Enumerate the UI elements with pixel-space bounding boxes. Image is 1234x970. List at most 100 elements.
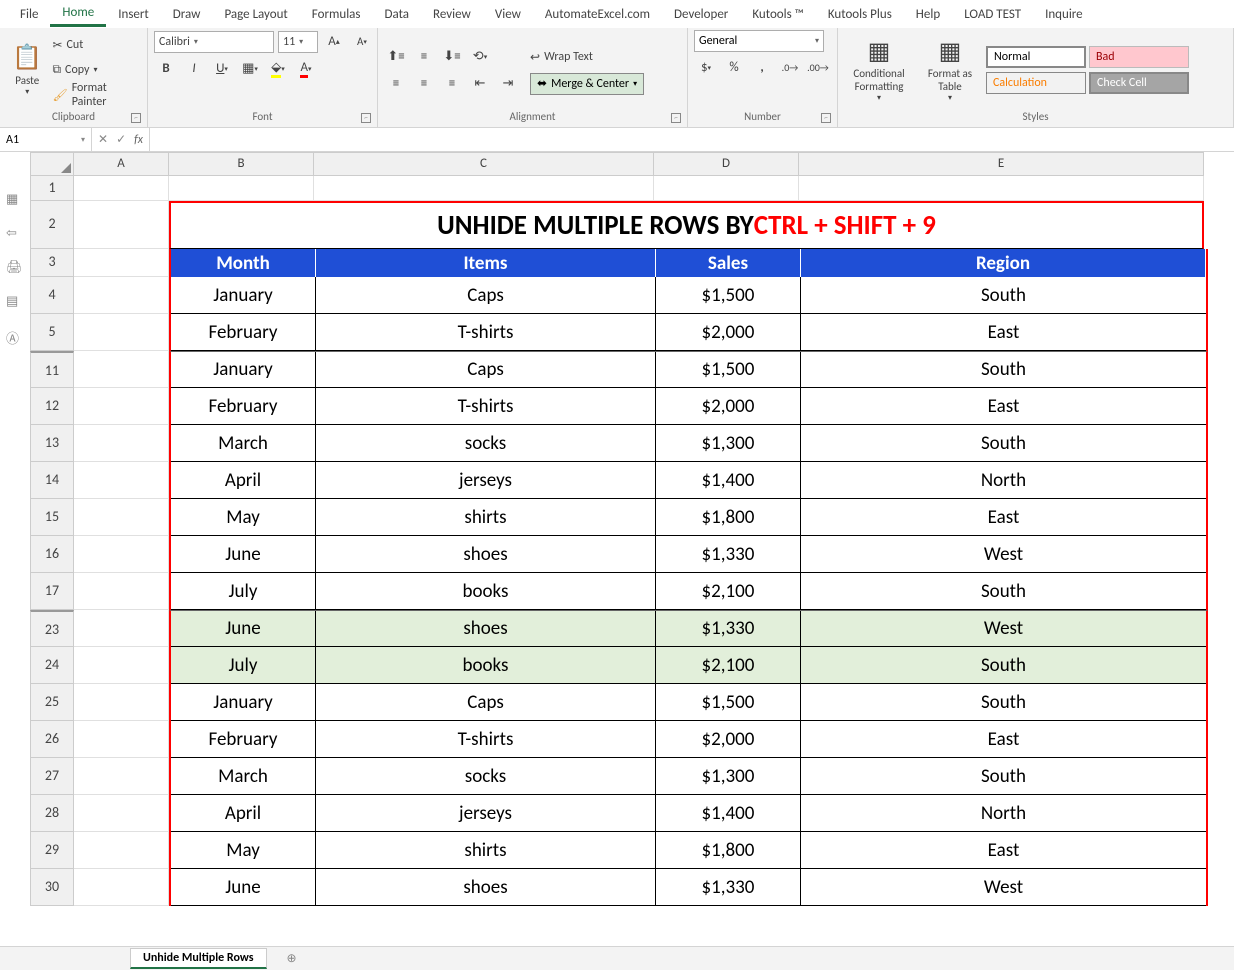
cell-E24[interactable]: South — [801, 647, 1206, 684]
cell-B16[interactable]: June — [171, 536, 316, 573]
bold-button[interactable]: B — [154, 58, 178, 80]
title-cell[interactable]: UNHIDE MULTIPLE ROWS BY CTRL + SHIFT + 9 — [169, 201, 1204, 249]
cell-B15[interactable]: May — [171, 499, 316, 536]
cell-E1[interactable] — [799, 176, 1204, 201]
dialog-launcher-icon[interactable]: ⌐ — [671, 113, 681, 123]
cell-D14[interactable]: $1,400 — [656, 462, 801, 499]
tab-help[interactable]: Help — [904, 3, 952, 26]
cell-A23[interactable] — [74, 610, 169, 647]
cell-A27[interactable] — [74, 758, 169, 795]
cell-A5[interactable] — [74, 314, 169, 351]
underline-button[interactable]: U▾ — [210, 58, 234, 80]
cell-B29[interactable]: May — [171, 832, 316, 869]
cell-D1[interactable] — [654, 176, 799, 201]
comma-button[interactable]: , — [750, 57, 774, 79]
cell-D24[interactable]: $2,100 — [656, 647, 801, 684]
tab-formulas[interactable]: Formulas — [300, 3, 373, 26]
select-all-cell[interactable] — [30, 152, 74, 176]
row-header-28[interactable]: 28 — [30, 795, 74, 832]
row-header-1[interactable]: 1 — [30, 176, 74, 201]
row-header-17[interactable]: 17 — [30, 573, 74, 610]
cell-C4[interactable]: Caps — [316, 277, 656, 314]
tab-kutools-[interactable]: Kutools ™ — [740, 3, 816, 26]
pin-icon[interactable]: ▦ — [6, 192, 22, 208]
dialog-launcher-icon[interactable]: ⌐ — [821, 113, 831, 123]
orientation-button[interactable]: ⟲▾ — [468, 46, 492, 68]
tab-draw[interactable]: Draw — [161, 3, 213, 26]
tab-inquire[interactable]: Inquire — [1033, 3, 1095, 26]
row-header-4[interactable]: 4 — [30, 277, 74, 314]
row-header-5[interactable]: 5 — [30, 314, 74, 351]
row-header-26[interactable]: 26 — [30, 721, 74, 758]
style-check-cell[interactable]: Check Cell — [1089, 72, 1189, 94]
cell-D28[interactable]: $1,400 — [656, 795, 801, 832]
increase-indent-button[interactable]: ⇥ — [496, 73, 520, 95]
cell-C1[interactable] — [314, 176, 654, 201]
cell-A17[interactable] — [74, 573, 169, 610]
dialog-launcher-icon[interactable]: ⌐ — [131, 113, 141, 123]
cell-A15[interactable] — [74, 499, 169, 536]
cell-D25[interactable]: $1,500 — [656, 684, 801, 721]
cell-A24[interactable] — [74, 647, 169, 684]
cell-A29[interactable] — [74, 832, 169, 869]
cell-C25[interactable]: Caps — [316, 684, 656, 721]
cell-D27[interactable]: $1,300 — [656, 758, 801, 795]
col-header-C[interactable]: C — [314, 152, 654, 176]
enter-icon[interactable]: ✓ — [116, 132, 126, 147]
cell-A13[interactable] — [74, 425, 169, 462]
row-header-3[interactable]: 3 — [30, 249, 74, 277]
tab-kutools-plus[interactable]: Kutools Plus — [816, 3, 904, 26]
align-center-button[interactable]: ≡ — [412, 73, 436, 95]
cell-A26[interactable] — [74, 721, 169, 758]
cell-C15[interactable]: shirts — [316, 499, 656, 536]
cell-C16[interactable]: shoes — [316, 536, 656, 573]
cell-B11[interactable]: January — [171, 352, 316, 388]
header-sales[interactable]: Sales — [656, 249, 801, 277]
col-header-E[interactable]: E — [799, 152, 1204, 176]
style-normal[interactable]: Normal — [986, 46, 1086, 68]
col-header-D[interactable]: D — [654, 152, 799, 176]
cell-A2[interactable] — [74, 201, 169, 249]
tab-review[interactable]: Review — [421, 3, 483, 26]
cell-A28[interactable] — [74, 795, 169, 832]
tab-automateexcel-com[interactable]: AutomateExcel.com — [533, 3, 662, 26]
italic-button[interactable]: I — [182, 58, 206, 80]
border-button[interactable]: ▦▾ — [238, 58, 262, 80]
cell-A4[interactable] — [74, 277, 169, 314]
header-items[interactable]: Items — [316, 249, 656, 277]
cell-D30[interactable]: $1,330 — [656, 869, 801, 906]
cell-B25[interactable]: January — [171, 684, 316, 721]
pin-icon[interactable]: ▤ — [6, 294, 22, 310]
cell-E26[interactable]: East — [801, 721, 1206, 758]
tab-insert[interactable]: Insert — [106, 3, 161, 26]
row-header-11[interactable]: 11 — [30, 351, 74, 388]
tab-home[interactable]: Home — [50, 1, 106, 27]
cell-B23[interactable]: June — [171, 611, 316, 647]
tab-page-layout[interactable]: Page Layout — [212, 3, 299, 26]
cell-C28[interactable]: jerseys — [316, 795, 656, 832]
cell-B14[interactable]: April — [171, 462, 316, 499]
cell-C13[interactable]: socks — [316, 425, 656, 462]
cell-E15[interactable]: East — [801, 499, 1206, 536]
cell-E28[interactable]: North — [801, 795, 1206, 832]
header-region[interactable]: Region — [801, 249, 1206, 277]
cell-B24[interactable]: July — [171, 647, 316, 684]
tab-data[interactable]: Data — [373, 3, 422, 26]
cell-E16[interactable]: West — [801, 536, 1206, 573]
number-format-combo[interactable]: General▾ — [694, 30, 824, 52]
cell-D11[interactable]: $1,500 — [656, 352, 801, 388]
conditional-formatting-button[interactable]: ▦ Conditional Formatting▾ — [844, 35, 914, 105]
align-middle-button[interactable]: ≡ — [412, 46, 436, 68]
cell-B4[interactable]: January — [171, 277, 316, 314]
align-bottom-button[interactable]: ⬇≡ — [440, 46, 464, 68]
cell-C14[interactable]: jerseys — [316, 462, 656, 499]
cell-D16[interactable]: $1,330 — [656, 536, 801, 573]
cell-D17[interactable]: $2,100 — [656, 573, 801, 610]
cell-E29[interactable]: East — [801, 832, 1206, 869]
align-top-button[interactable]: ⬆≡ — [384, 46, 408, 68]
dialog-launcher-icon[interactable]: ⌐ — [361, 113, 371, 123]
col-header-A[interactable]: A — [74, 152, 169, 176]
cell-C5[interactable]: T-shirts — [316, 314, 656, 351]
cell-E27[interactable]: South — [801, 758, 1206, 795]
cell-B13[interactable]: March — [171, 425, 316, 462]
